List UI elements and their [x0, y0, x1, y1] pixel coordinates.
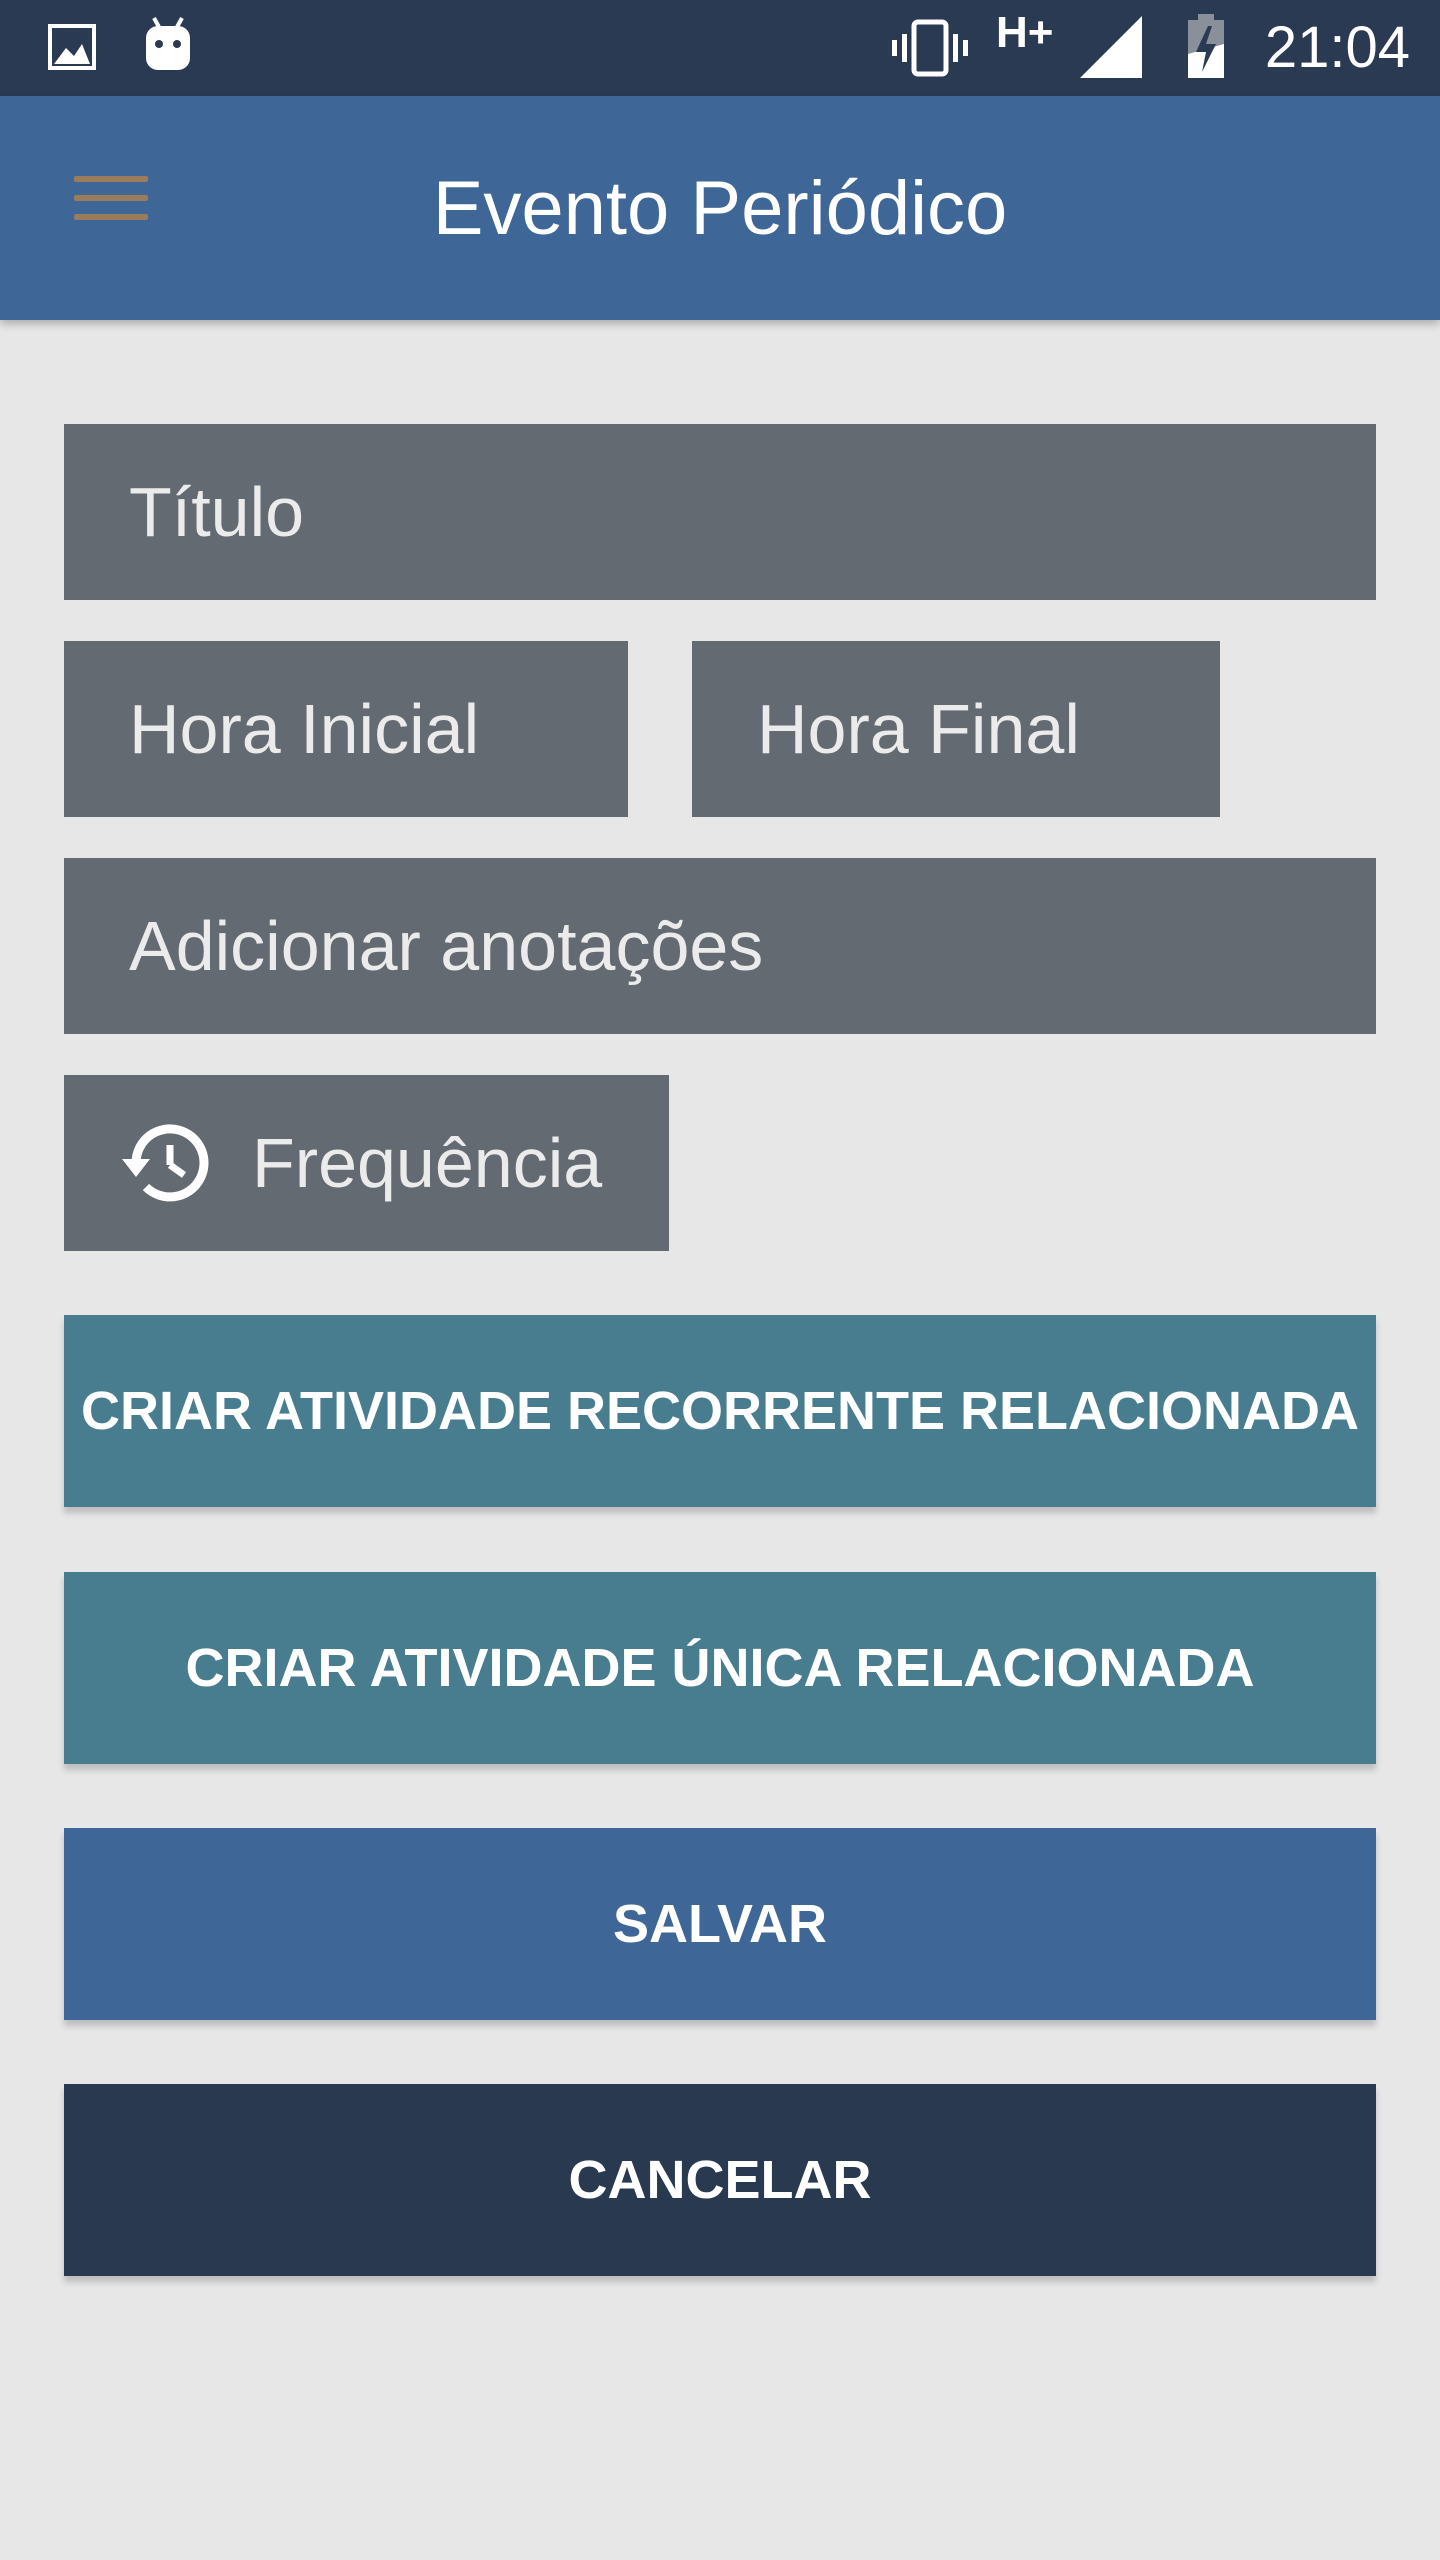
- cancel-button[interactable]: CANCELAR: [64, 2084, 1376, 2276]
- create-single-activity-button[interactable]: CRIAR ATIVIDADE ÚNICA RELACIONADA: [64, 1572, 1376, 1764]
- battery-charging-icon: [1188, 14, 1224, 78]
- image-icon: [48, 24, 96, 70]
- history-icon: [122, 1124, 209, 1202]
- create-recurring-activity-button[interactable]: CRIAR ATIVIDADE RECORRENTE RELACIONADA: [64, 1315, 1376, 1507]
- end-time-field[interactable]: Hora Final: [692, 641, 1220, 817]
- vibrate-icon: [892, 19, 968, 77]
- network-type-icon: H+: [996, 8, 1054, 57]
- start-time-field[interactable]: Hora Inicial: [64, 641, 628, 817]
- signal-icon: [1080, 16, 1142, 78]
- android-icon: [146, 17, 190, 70]
- frequency-button[interactable]: Frequência: [64, 1075, 669, 1251]
- page-title: Evento Periódico: [432, 166, 1008, 251]
- title-field[interactable]: Título: [64, 424, 1376, 600]
- frequency-label: Frequência: [252, 1124, 603, 1202]
- status-bar: H+ 21:04: [0, 0, 1440, 96]
- status-time: 21:04: [1264, 15, 1410, 80]
- notes-field[interactable]: Adicionar anotações: [64, 858, 1376, 1034]
- save-button[interactable]: SALVAR: [64, 1828, 1376, 2020]
- app-bar: Evento Periódico: [0, 96, 1440, 320]
